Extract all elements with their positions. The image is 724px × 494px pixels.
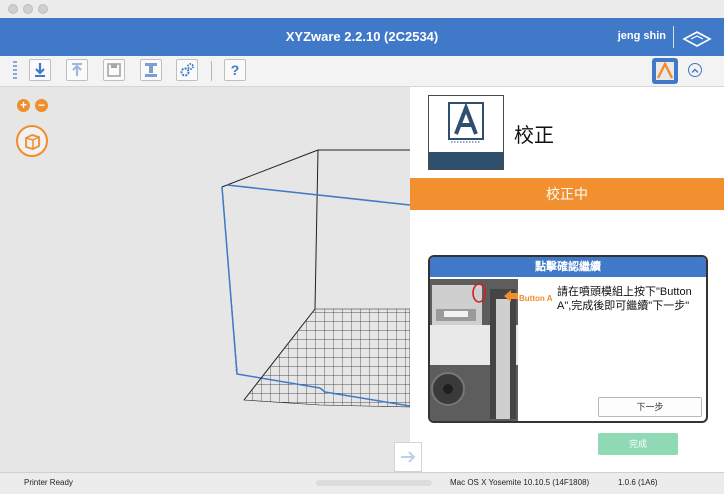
arrow-left-icon [504, 290, 518, 302]
settings-button[interactable] [176, 59, 198, 81]
calibration-panel: 校正 校正中 點擊確認繼續 Button A 請在噴頭模組上按下"Button … [410, 87, 724, 472]
calibration-icon [656, 61, 674, 80]
collapse-panel-button[interactable] [688, 63, 702, 77]
confirm-dialog: 點擊確認繼續 Button A 請在噴頭模組上按下"Button A",完成後即… [428, 255, 708, 423]
app-version: 1.0.6 (1A6) [618, 478, 658, 487]
printer-icon [145, 63, 157, 77]
button-a-label: Button A [519, 294, 553, 303]
build-viewport[interactable]: + − [0, 87, 410, 472]
app-title: XYZware 2.2.10 (2C2534) [285, 29, 439, 44]
printer-status: Printer Ready [24, 478, 73, 487]
status-banner: 校正中 [410, 178, 724, 210]
chevron-up-icon [691, 68, 699, 73]
next-step-button[interactable]: 下一步 [598, 397, 702, 417]
build-volume-canvas [221, 149, 410, 408]
download-arrow-icon [35, 63, 45, 77]
export-button[interactable] [66, 59, 88, 81]
dialog-header: 點擊確認繼續 [430, 257, 706, 277]
minimize-window-button[interactable] [23, 4, 33, 14]
status-progress-track [316, 480, 432, 486]
panel-title: 校正 [514, 125, 554, 147]
toolbar-grip-icon[interactable] [13, 61, 17, 81]
calibration-header-icon [428, 95, 504, 170]
calibration-tool-button[interactable] [652, 58, 678, 84]
header-divider [673, 26, 674, 48]
os-version: Mac OS X Yosemite 10.10.5 (14F1808) [450, 478, 590, 487]
toolbar-separator [211, 61, 212, 81]
help-button[interactable]: ? [224, 59, 246, 81]
import-button[interactable] [29, 59, 51, 81]
zoom-window-button[interactable] [38, 4, 48, 14]
print-button[interactable] [140, 59, 162, 81]
calibration-a-icon [448, 102, 484, 143]
instruction-text: 請在噴頭模組上按下"Button A",完成後即可繼續"下一步" [557, 286, 692, 312]
done-button[interactable]: 完成 [598, 433, 678, 455]
window-titlebar [0, 0, 724, 19]
question-mark-icon: ? [230, 62, 240, 78]
app-header: XYZware 2.2.10 (2C2534) jeng shin [0, 18, 724, 56]
main-toolbar: ? [0, 56, 724, 87]
icon-footer-bar [429, 152, 503, 169]
arrow-right-icon [401, 451, 416, 463]
xyz-logo-icon [682, 31, 712, 47]
user-name[interactable]: jeng shin [618, 30, 666, 42]
upload-arrow-icon [72, 63, 82, 76]
save-button[interactable] [103, 59, 125, 81]
toggle-panel-button[interactable] [394, 442, 422, 472]
floppy-disk-icon [107, 63, 121, 77]
close-window-button[interactable] [8, 4, 18, 14]
gears-icon [180, 63, 194, 77]
status-bar: Printer Ready Mac OS X Yosemite 10.10.5 … [0, 472, 724, 494]
